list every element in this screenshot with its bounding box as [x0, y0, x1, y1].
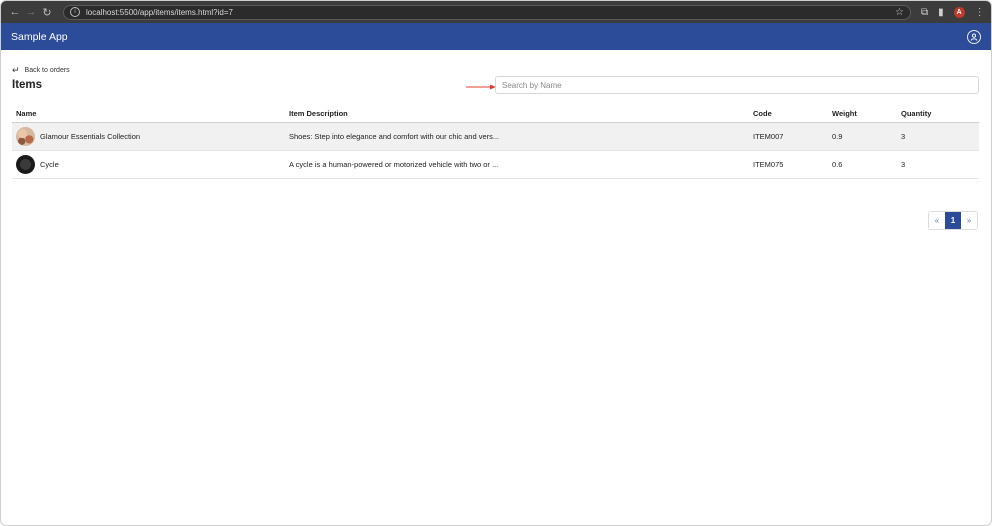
- url-text: localhost:5500/app/items/items.html?id=7: [86, 7, 233, 17]
- item-name: Cycle: [40, 160, 59, 169]
- item-thumbnail: [16, 127, 35, 146]
- item-description: A cycle is a human-powered or motorized …: [289, 160, 499, 169]
- item-code: ITEM075: [753, 160, 784, 169]
- pagination: « 1 »: [928, 211, 978, 230]
- app-header: Sample App: [1, 23, 991, 50]
- pagination-next-button[interactable]: »: [961, 212, 977, 229]
- user-icon[interactable]: [967, 29, 981, 44]
- column-header-name[interactable]: Name: [12, 109, 289, 118]
- sidebar-icon[interactable]: ▮: [938, 7, 944, 18]
- extensions-icon[interactable]: ⧉: [921, 7, 928, 18]
- profile-avatar[interactable]: A: [953, 6, 965, 18]
- pagination-prev-button[interactable]: «: [929, 212, 945, 229]
- menu-icon[interactable]: ⋮: [975, 7, 985, 18]
- item-name-cell: Glamour Essentials Collection: [12, 127, 289, 146]
- item-quantity: 3: [901, 132, 906, 141]
- item-code: ITEM007: [753, 132, 784, 141]
- table-row[interactable]: Glamour Essentials Collection Shoes: Ste…: [12, 123, 979, 151]
- column-header-description[interactable]: Item Description: [289, 109, 753, 118]
- column-header-quantity[interactable]: Quantity: [901, 109, 979, 118]
- app-title: Sample App: [11, 30, 68, 43]
- forward-arrow-icon[interactable]: →: [23, 6, 39, 18]
- column-header-weight[interactable]: Weight: [832, 109, 901, 118]
- item-description: Shoes: Step into elegance and comfort wi…: [289, 132, 500, 141]
- back-to-orders-link[interactable]: ↵ Back to orders: [12, 65, 70, 76]
- user-glyph: [970, 33, 978, 41]
- item-weight: 0.9: [832, 132, 843, 141]
- pagination-page-1[interactable]: 1: [945, 212, 961, 229]
- page-title: Items: [12, 79, 43, 91]
- table-header-row: Name Item Description Code Weight Quanti…: [12, 104, 979, 123]
- column-header-code[interactable]: Code: [753, 109, 832, 118]
- address-bar[interactable]: i localhost:5500/app/items/items.html?id…: [63, 4, 911, 20]
- item-weight: 0.6: [832, 160, 843, 169]
- browser-toolbar: ← → ↻ i localhost:5500/app/items/items.h…: [1, 1, 991, 23]
- back-link-label: Back to orders: [24, 67, 70, 74]
- item-name: Glamour Essentials Collection: [40, 132, 141, 141]
- annotation-arrow-icon: [466, 84, 496, 90]
- table-row[interactable]: Cycle A cycle is a human-powered or moto…: [12, 151, 979, 179]
- reload-icon[interactable]: ↻: [39, 6, 55, 19]
- browser-window: ← → ↻ i localhost:5500/app/items/items.h…: [0, 0, 992, 526]
- item-quantity: 3: [901, 160, 906, 169]
- items-table: Name Item Description Code Weight Quanti…: [12, 104, 979, 179]
- back-arrow-icon[interactable]: ←: [7, 6, 23, 18]
- return-arrow-icon: ↵: [12, 65, 20, 75]
- search-input[interactable]: [495, 76, 979, 94]
- star-icon[interactable]: ☆: [895, 7, 904, 18]
- item-name-cell: Cycle: [12, 155, 289, 174]
- item-thumbnail: [16, 155, 35, 174]
- info-icon[interactable]: i: [70, 7, 80, 17]
